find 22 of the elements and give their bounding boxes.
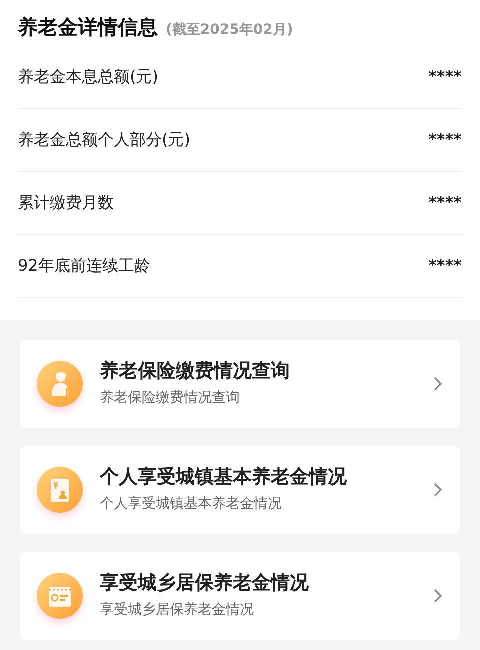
service-card[interactable]: 享受城乡居保养老金情况 享受城乡居保养老金情况 (20, 552, 460, 640)
masked-value: **** (428, 66, 462, 88)
masked-value: **** (428, 192, 462, 214)
service-subtitle: 养老保险缴费情况查询 (100, 390, 241, 408)
service-subtitle: 个人享受城镇基本养老金情况 (100, 496, 283, 514)
field-label: 92年底前连续工龄 (18, 255, 150, 277)
field-label: 养老金总额个人部分(元) (18, 129, 190, 151)
service-title: 养老保险缴费情况查询 (100, 360, 291, 384)
masked-value: **** (428, 129, 462, 151)
field-label: 累计缴费月数 (18, 192, 114, 214)
section-title: 养老金详情信息 (18, 14, 158, 41)
chevron-right-icon (433, 482, 443, 498)
service-card[interactable]: 养老保险缴费情况查询 养老保险缴费情况查询 (20, 340, 460, 428)
service-card[interactable]: 个人享受城镇基本养老金情况 个人享受城镇基本养老金情况 (20, 446, 460, 534)
date-note: (截至2025年02月) (166, 21, 294, 40)
service-title: 享受城乡居保养老金情况 (100, 572, 310, 596)
chevron-right-icon (433, 376, 443, 392)
masked-value: **** (428, 255, 462, 277)
field-label: 养老金本息总额(元) (18, 66, 158, 88)
service-subtitle: 享受城乡居保养老金情况 (100, 602, 255, 620)
service-title: 个人享受城镇基本养老金情况 (100, 466, 348, 490)
chevron-right-icon (433, 588, 443, 604)
